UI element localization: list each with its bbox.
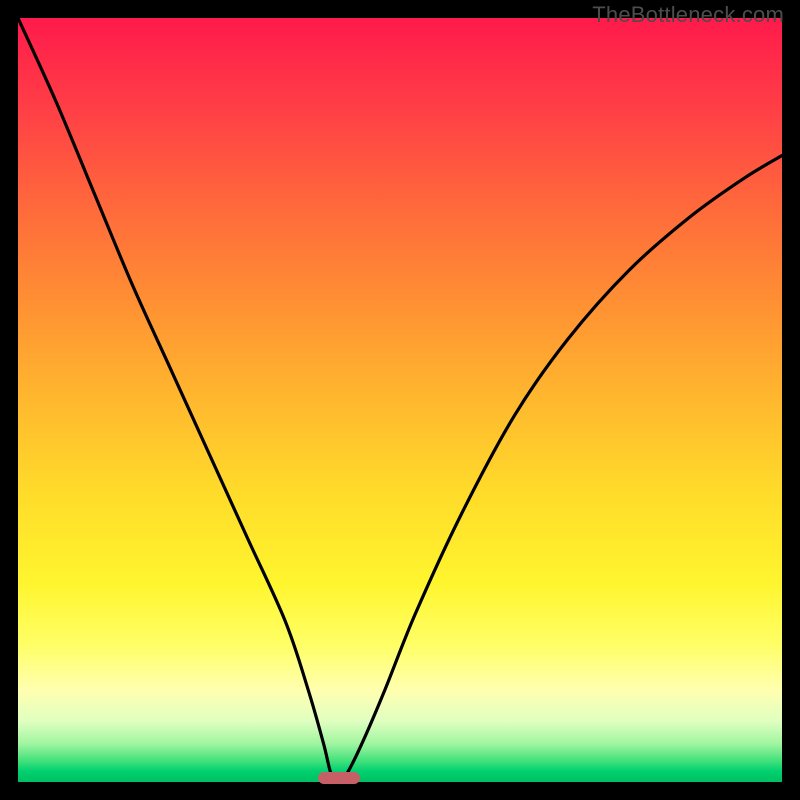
optimal-range-marker xyxy=(318,772,360,784)
watermark-text: TheBottleneck.com xyxy=(592,2,784,28)
bottleneck-curve xyxy=(18,18,782,782)
